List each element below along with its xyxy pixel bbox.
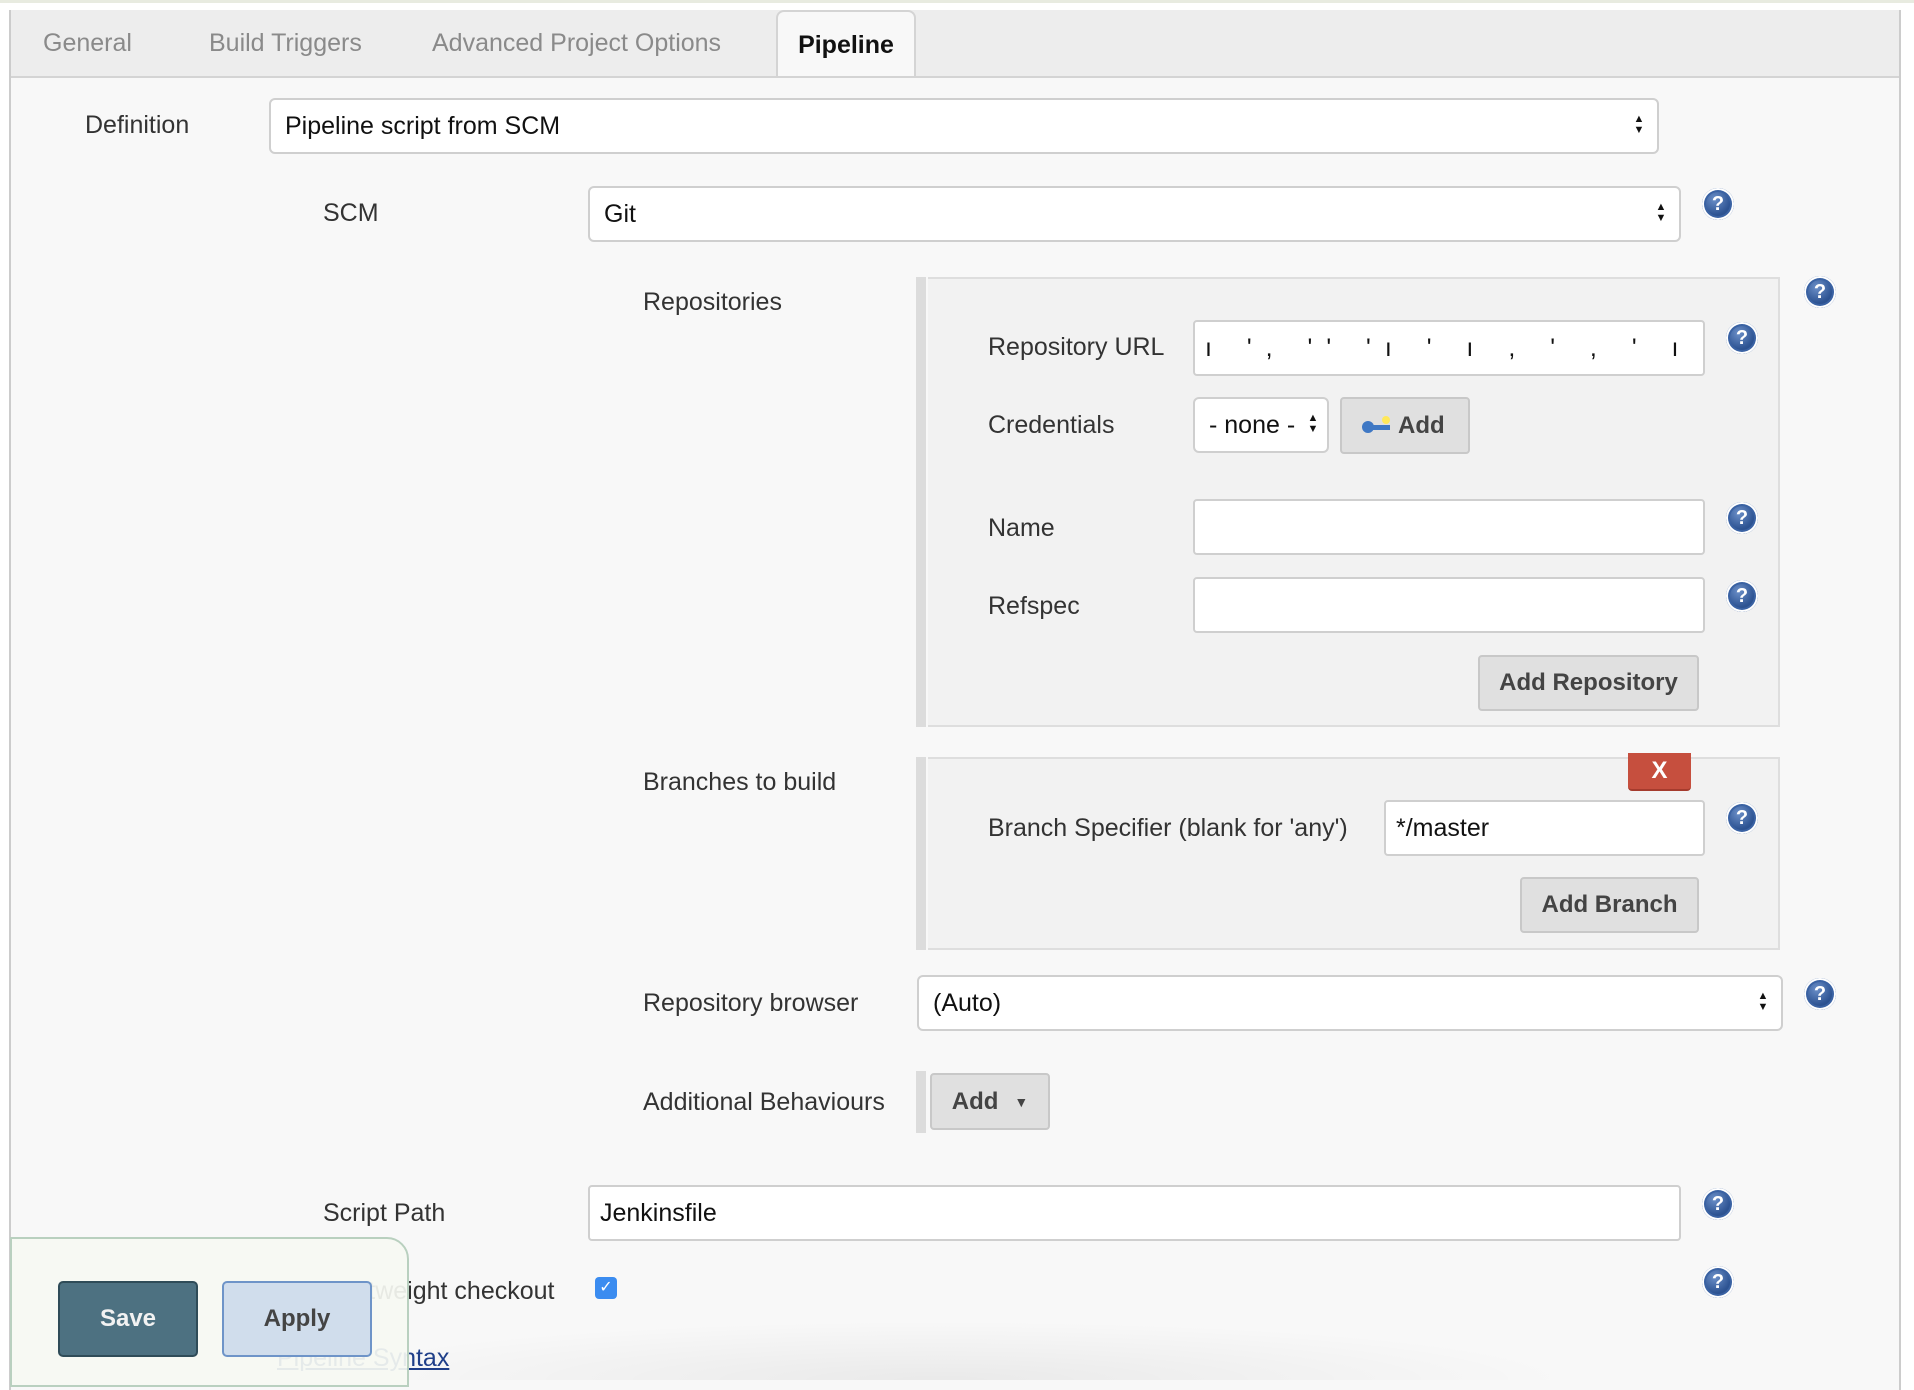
name-input[interactable] [1193,499,1705,555]
credentials-label: Credentials [988,411,1115,439]
definition-select[interactable]: Pipeline script from SCM ▲ ▼ [269,98,1659,154]
definition-value: Pipeline script from SCM [285,111,561,140]
repository-url-input[interactable]: ı ', '' 'ı ' ı , ' , ' ı [1193,320,1705,376]
help-icon[interactable]: ? [1702,188,1734,220]
scm-select[interactable]: Git ▲ ▼ [588,186,1681,242]
scm-label: SCM [323,199,379,227]
branch-specifier-value: */master [1396,813,1490,842]
refspec-label: Refspec [988,592,1080,620]
add-behaviour-button[interactable]: Add ▼ [930,1073,1050,1130]
bottom-shadow [300,1320,1580,1380]
help-icon[interactable]: ? [1702,1266,1734,1298]
add-credentials-button[interactable]: Add [1340,397,1470,454]
additional-behaviours-label: Additional Behaviours [643,1088,885,1116]
top-border [0,0,1914,3]
key-icon [1362,415,1392,434]
repositories-bar [916,277,926,727]
repository-browser-label: Repository browser [643,989,859,1017]
refspec-input[interactable] [1193,577,1705,633]
help-icon[interactable]: ? [1804,978,1836,1010]
lightweight-checkout-checkbox[interactable]: ✓ [595,1277,617,1299]
add-behaviour-label: Add [951,1087,999,1115]
help-icon[interactable]: ? [1702,1188,1734,1220]
help-icon[interactable]: ? [1804,276,1836,308]
branch-specifier-label: Branch Specifier (blank for 'any') [988,814,1348,842]
script-path-value: Jenkinsfile [600,1198,717,1227]
select-arrows-icon: ▲ ▼ [1633,113,1645,136]
add-credentials-label: Add [1398,411,1445,439]
branches-label: Branches to build [643,768,837,796]
help-icon[interactable]: ? [1726,580,1758,612]
repository-url-value: ı ', '' 'ı ' ı , ' , ' ı [1205,333,1693,362]
repository-url-label: Repository URL [988,333,1165,361]
select-arrows-icon: ▲ ▼ [1655,201,1667,224]
help-icon[interactable]: ? [1726,802,1758,834]
tab-pipeline[interactable]: Pipeline [776,10,916,76]
repository-browser-value: (Auto) [933,988,1002,1017]
select-arrows-icon: ▲ ▼ [1757,990,1769,1013]
repository-browser-select[interactable]: (Auto) ▲ ▼ [917,975,1783,1031]
add-branch-button[interactable]: Add Branch [1520,877,1699,933]
tab-advanced-project-options[interactable]: Advanced Project Options [432,29,721,58]
script-path-label: Script Path [323,1199,446,1227]
dropdown-caret-icon: ▼ [1014,1093,1029,1110]
add-repository-button[interactable]: Add Repository [1478,655,1699,711]
behaviours-bar [916,1071,926,1133]
save-button[interactable]: Save [58,1281,198,1357]
apply-button[interactable]: Apply [222,1281,372,1357]
credentials-select[interactable]: - none - ▲ ▼ [1193,397,1329,453]
help-icon[interactable]: ? [1726,322,1758,354]
definition-label: Definition [85,111,190,139]
branches-bar [916,757,926,950]
help-icon[interactable]: ? [1726,502,1758,534]
tab-build-triggers[interactable]: Build Triggers [209,29,362,58]
repositories-label: Repositories [643,288,782,316]
select-arrows-icon: ▲ ▼ [1307,412,1319,435]
tab-bar: General Build Triggers Advanced Project … [11,10,1899,78]
branch-specifier-input[interactable]: */master [1384,800,1705,856]
tab-general[interactable]: General [43,29,132,58]
delete-branch-button[interactable]: X [1628,753,1691,791]
name-label: Name [988,514,1055,542]
script-path-input[interactable]: Jenkinsfile [588,1185,1681,1241]
save-apply-bar: Save Apply [10,1237,409,1387]
scm-value: Git [604,199,636,228]
credentials-value: - none - [1209,410,1296,439]
